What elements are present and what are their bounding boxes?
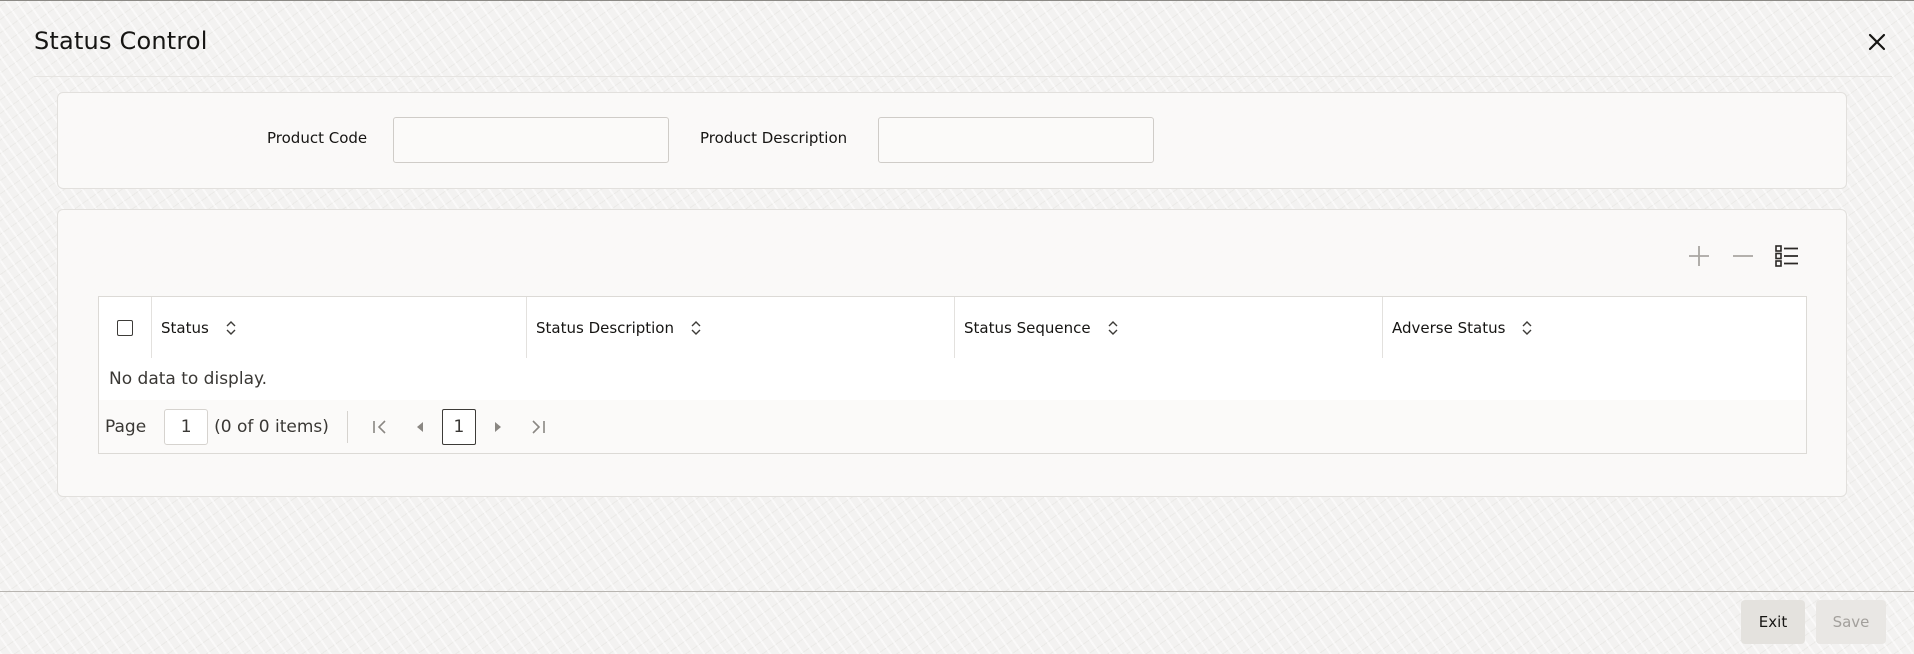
column-list-icon xyxy=(1775,245,1798,267)
table-header: Status Status Description Status Sequenc… xyxy=(99,297,1806,359)
first-page-button[interactable] xyxy=(362,409,398,445)
close-button[interactable] xyxy=(1862,27,1892,57)
empty-message: No data to display. xyxy=(99,358,1806,400)
single-record-view-button[interactable] xyxy=(1772,241,1802,271)
last-page-icon xyxy=(532,419,545,434)
column-header-label: Status Sequence xyxy=(964,318,1091,337)
dialog-title: Status Control xyxy=(34,27,208,55)
status-grid-panel: Status Status Description Status Sequenc… xyxy=(57,209,1847,497)
product-code-label: Product Code xyxy=(267,129,368,147)
product-code-input[interactable] xyxy=(393,117,669,163)
next-page-button[interactable] xyxy=(480,409,516,445)
footer-divider xyxy=(0,591,1914,592)
pagination-bar: Page (0 of 0 items) 1 xyxy=(99,400,1806,453)
minus-icon xyxy=(1733,255,1753,257)
current-page-button[interactable]: 1 xyxy=(441,408,476,445)
next-page-icon xyxy=(494,421,501,432)
status-control-dialog: Status Control Product Code Product Desc… xyxy=(0,0,1914,654)
select-all-checkbox[interactable] xyxy=(117,319,133,336)
plus-icon xyxy=(1689,246,1709,266)
product-description-input[interactable] xyxy=(878,117,1154,163)
title-divider xyxy=(34,76,1892,77)
column-header-status-sequence[interactable]: Status Sequence xyxy=(954,297,1382,358)
column-header-status[interactable]: Status xyxy=(151,297,526,358)
sort-icon[interactable] xyxy=(1521,319,1533,337)
column-header-status-description[interactable]: Status Description xyxy=(526,297,954,358)
column-header-adverse-status[interactable]: Adverse Status xyxy=(1382,297,1806,358)
add-row-button[interactable] xyxy=(1684,241,1714,271)
product-header-panel: Product Code Product Description xyxy=(57,92,1847,189)
pager-divider xyxy=(346,410,348,443)
select-all-cell xyxy=(99,297,151,358)
sort-icon[interactable] xyxy=(225,319,237,337)
product-description-label: Product Description xyxy=(700,129,848,147)
column-header-label: Status Description xyxy=(536,318,674,337)
close-icon xyxy=(1868,33,1886,51)
save-button[interactable]: Save xyxy=(1816,600,1886,644)
previous-page-icon xyxy=(416,421,423,432)
last-page-button[interactable] xyxy=(520,409,556,445)
page-number-input[interactable] xyxy=(164,408,209,445)
column-header-label: Adverse Status xyxy=(1392,318,1506,337)
sort-icon[interactable] xyxy=(1107,319,1119,337)
delete-row-button[interactable] xyxy=(1728,241,1758,271)
exit-button[interactable]: Exit xyxy=(1741,600,1805,644)
previous-page-button[interactable] xyxy=(402,409,438,445)
first-page-icon xyxy=(373,419,386,434)
items-count: (0 of 0 items) xyxy=(214,416,329,437)
grid-toolbar xyxy=(1684,240,1802,272)
column-header-label: Status xyxy=(161,318,209,337)
sort-icon[interactable] xyxy=(690,319,702,337)
page-label: Page xyxy=(105,416,147,437)
status-table: Status Status Description Status Sequenc… xyxy=(98,296,1807,454)
